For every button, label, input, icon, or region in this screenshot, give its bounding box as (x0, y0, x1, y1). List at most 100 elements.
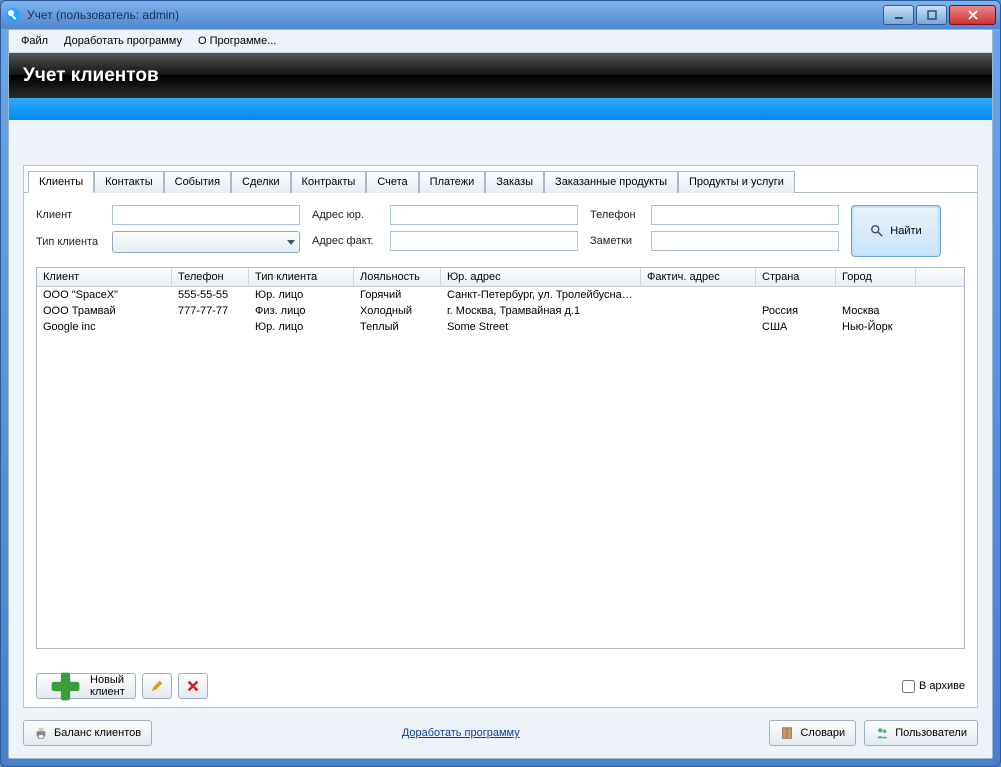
menu-customize[interactable]: Доработать программу (56, 32, 190, 50)
window-title: Учет (пользователь: admin) (27, 8, 883, 22)
footer-link[interactable]: Доработать программу (402, 727, 520, 739)
cell (172, 319, 249, 335)
chevron-down-icon (287, 240, 295, 245)
delete-button[interactable] (178, 673, 208, 699)
accent-bar (9, 98, 992, 120)
close-button[interactable] (949, 5, 996, 25)
archive-label: В архиве (919, 680, 965, 692)
tab-orders[interactable]: Заказы (485, 171, 544, 193)
table-row[interactable]: Google inc Юр. лицо Теплый Some Street С… (37, 319, 964, 335)
cell: Нью-Йорк (836, 319, 916, 335)
cell: 555-55-55 (172, 287, 249, 303)
label-client: Клиент (36, 209, 106, 221)
filter-phone-input[interactable] (651, 205, 839, 225)
tab-products[interactable]: Продукты и услуги (678, 171, 795, 193)
book-icon (780, 726, 794, 740)
cell: г. Москва, Трамвайная д.1 (441, 303, 641, 319)
filter-addr-fact-input[interactable] (390, 231, 578, 251)
menubar: Файл Доработать программу О Программе... (9, 30, 992, 53)
cell (641, 319, 756, 335)
cell: Юр. лицо (249, 287, 354, 303)
users-button[interactable]: Пользователи (864, 720, 978, 746)
cell (641, 287, 756, 303)
table-row[interactable]: ООО "SpaceX" 555-55-55 Юр. лицо Горячий … (37, 287, 964, 303)
page-title: Учет клиентов (23, 65, 159, 87)
label-notes: Заметки (590, 235, 645, 247)
menu-file[interactable]: Файл (13, 32, 56, 50)
tab-events[interactable]: События (164, 171, 231, 193)
col-type[interactable]: Тип клиента (249, 268, 354, 286)
cell: Россия (756, 303, 836, 319)
filter-addr-legal-input[interactable] (390, 205, 578, 225)
titlebar[interactable]: Учет (пользователь: admin) (1, 1, 1000, 29)
col-client[interactable]: Клиент (37, 268, 172, 286)
balance-label: Баланс клиентов (54, 727, 141, 739)
cell: США (756, 319, 836, 335)
printer-icon (34, 726, 48, 740)
cell: Google inc (37, 319, 172, 335)
grid-body: ООО "SpaceX" 555-55-55 Юр. лицо Горячий … (37, 287, 964, 335)
tab-payments[interactable]: Платежи (419, 171, 486, 193)
cell: Санкт-Петербург, ул. Тролейбусная... (441, 287, 641, 303)
minimize-button[interactable] (883, 5, 914, 25)
find-button[interactable]: Найти (851, 205, 941, 257)
tabs: Клиенты Контакты События Сделки Контракт… (24, 166, 977, 193)
archive-checkbox-input[interactable] (902, 680, 915, 693)
new-client-button[interactable]: Новый клиент (36, 673, 136, 699)
col-phone[interactable]: Телефон (172, 268, 249, 286)
col-addr-fact[interactable]: Фактич. адрес (641, 268, 756, 286)
search-icon (870, 224, 884, 238)
dictionaries-button[interactable]: Словари (769, 720, 856, 746)
tab-clients[interactable]: Клиенты (28, 171, 94, 193)
new-client-label: Новый клиент (90, 674, 125, 698)
workarea: Клиенты Контакты События Сделки Контракт… (23, 165, 978, 708)
filter-client-input[interactable] (112, 205, 300, 225)
col-country[interactable]: Страна (756, 268, 836, 286)
cell: Физ. лицо (249, 303, 354, 319)
cell: ООО Трамвай (37, 303, 172, 319)
grid-header: Клиент Телефон Тип клиента Лояльность Юр… (37, 268, 964, 287)
label-phone: Телефон (590, 209, 645, 221)
edit-button[interactable] (142, 673, 172, 699)
col-loyalty[interactable]: Лояльность (354, 268, 441, 286)
tab-invoices[interactable]: Счета (366, 171, 418, 193)
app-icon (5, 7, 21, 23)
menu-about[interactable]: О Программе... (190, 32, 284, 50)
tab-content: Клиент Тип клиента Адрес юр. (24, 193, 977, 657)
find-button-label: Найти (890, 225, 921, 237)
cell: Москва (836, 303, 916, 319)
x-icon (186, 679, 200, 693)
cell (836, 287, 916, 303)
footer: Баланс клиентов Доработать программу Сло… (23, 720, 978, 746)
label-type: Тип клиента (36, 236, 106, 248)
banner: Учет клиентов (9, 53, 992, 98)
archive-checkbox[interactable]: В архиве (902, 680, 965, 693)
table-row[interactable]: ООО Трамвай 777-77-77 Физ. лицо Холодный… (37, 303, 964, 319)
balance-button[interactable]: Баланс клиентов (23, 720, 152, 746)
filter-type-combo[interactable] (112, 231, 300, 253)
users-icon (875, 726, 889, 740)
cell: 777-77-77 (172, 303, 249, 319)
label-addr-legal: Адрес юр. (312, 209, 384, 221)
tab-ordered-products[interactable]: Заказанные продукты (544, 171, 678, 193)
cell: Холодный (354, 303, 441, 319)
cell (641, 303, 756, 319)
col-city[interactable]: Город (836, 268, 916, 286)
cell: ООО "SpaceX" (37, 287, 172, 303)
tab-contacts[interactable]: Контакты (94, 171, 164, 193)
col-addr-legal[interactable]: Юр. адрес (441, 268, 641, 286)
cell (756, 287, 836, 303)
cell: Юр. лицо (249, 319, 354, 335)
dictionaries-label: Словари (800, 727, 845, 739)
cell: Горячий (354, 287, 441, 303)
maximize-button[interactable] (916, 5, 947, 25)
filter-panel: Клиент Тип клиента Адрес юр. (36, 205, 965, 257)
filter-notes-input[interactable] (651, 231, 839, 251)
tab-deals[interactable]: Сделки (231, 171, 291, 193)
clients-grid: Клиент Телефон Тип клиента Лояльность Юр… (36, 267, 965, 649)
plus-icon (47, 668, 84, 705)
pencil-icon (150, 679, 164, 693)
users-label: Пользователи (895, 727, 967, 739)
tab-contracts[interactable]: Контракты (291, 171, 367, 193)
cell: Some Street (441, 319, 641, 335)
